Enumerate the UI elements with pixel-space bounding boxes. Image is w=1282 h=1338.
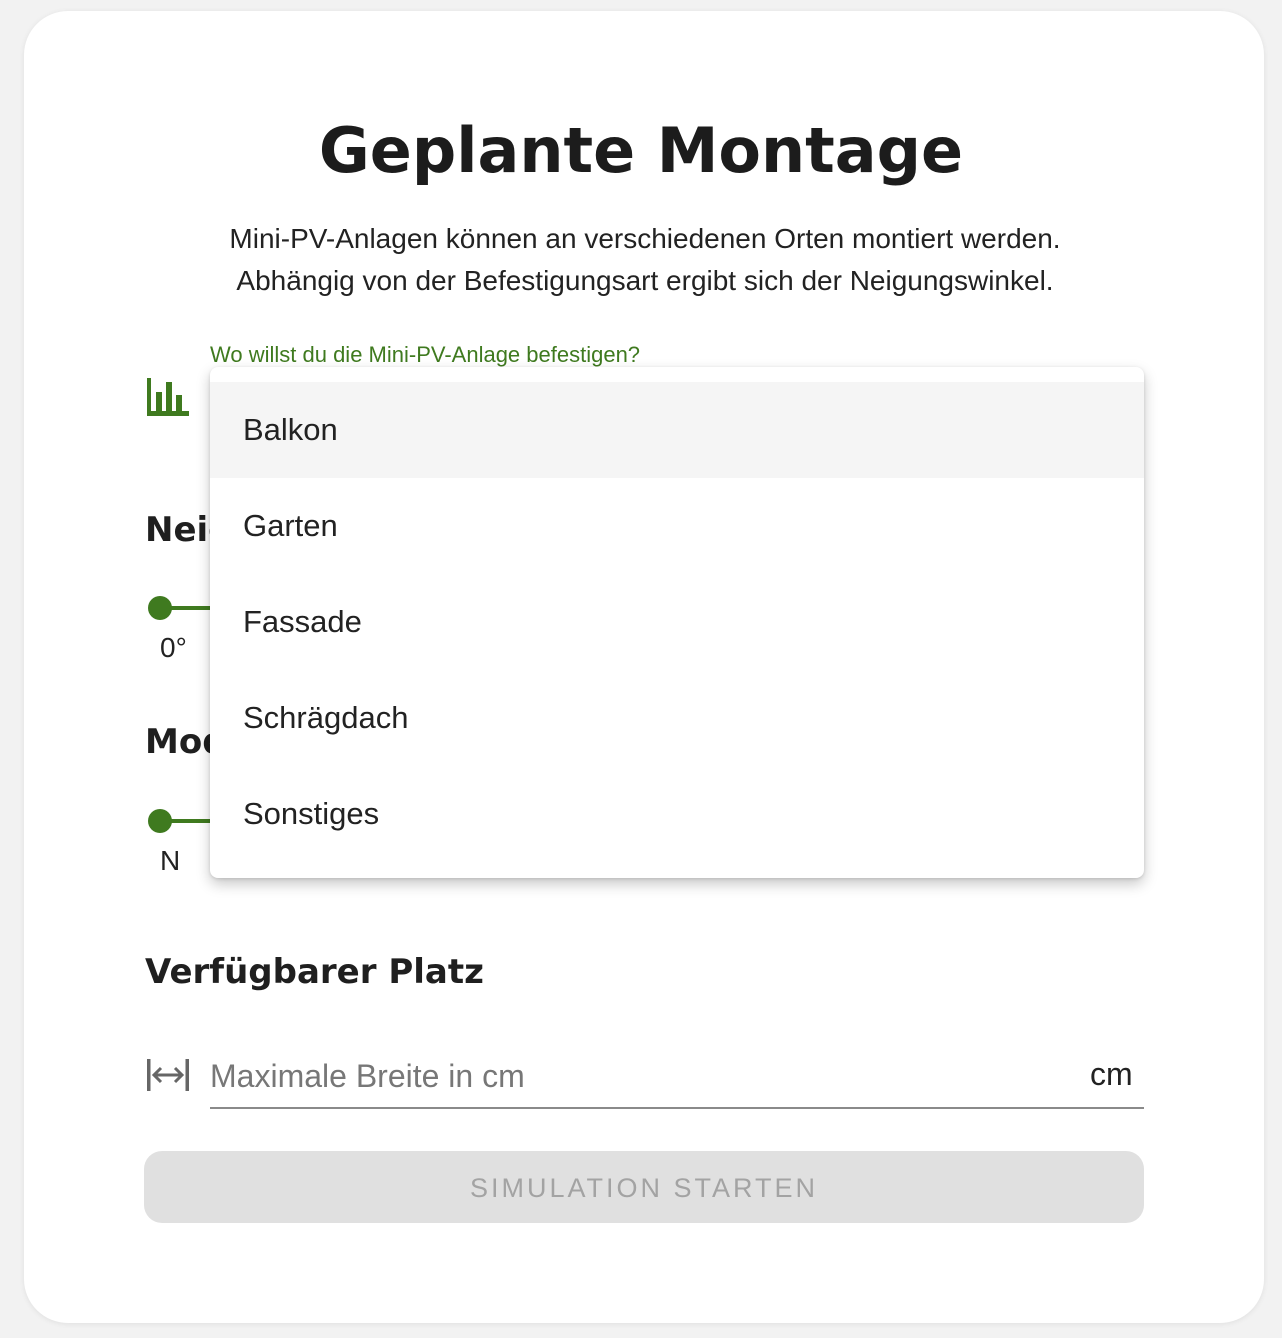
width-arrows-icon [147,1059,189,1091]
mounting-field-label: Wo willst du die Mini-PV-Anlage befestig… [210,342,641,367]
description-line-1: Mini-PV-Anlagen können an verschiedenen … [229,223,1061,254]
option-sonstiges[interactable]: Sonstiges [210,766,1144,862]
width-input-underline [210,1107,1144,1109]
option-balkon[interactable]: Balkon [210,382,1144,478]
orientation-slider-thumb[interactable] [148,809,172,833]
width-unit-label: cm [1090,1056,1133,1092]
page-title: Geplante Montage [318,114,964,187]
page-description: Mini-PV-Anlagen können an verschiedenen … [0,218,1282,302]
option-garten[interactable]: Garten [210,478,1144,574]
tilt-min-label: 0° [160,632,187,663]
bar-chart-icon [147,378,189,416]
orientation-min-label: N [160,845,181,876]
option-fassade[interactable]: Fassade [210,574,1144,670]
mounting-dropdown-menu: Balkon Garten Fassade Schrägdach Sonstig… [210,367,1144,878]
space-heading: Verfügbarer Platz [145,952,484,992]
start-simulation-button[interactable]: SIMULATION STARTEN [144,1151,1144,1223]
tilt-slider-thumb[interactable] [148,596,172,620]
option-schraegdach[interactable]: Schrägdach [210,670,1144,766]
max-width-input[interactable] [210,1048,1070,1104]
description-line-2: Abhängig von der Befestigungsart ergibt … [236,265,1054,296]
